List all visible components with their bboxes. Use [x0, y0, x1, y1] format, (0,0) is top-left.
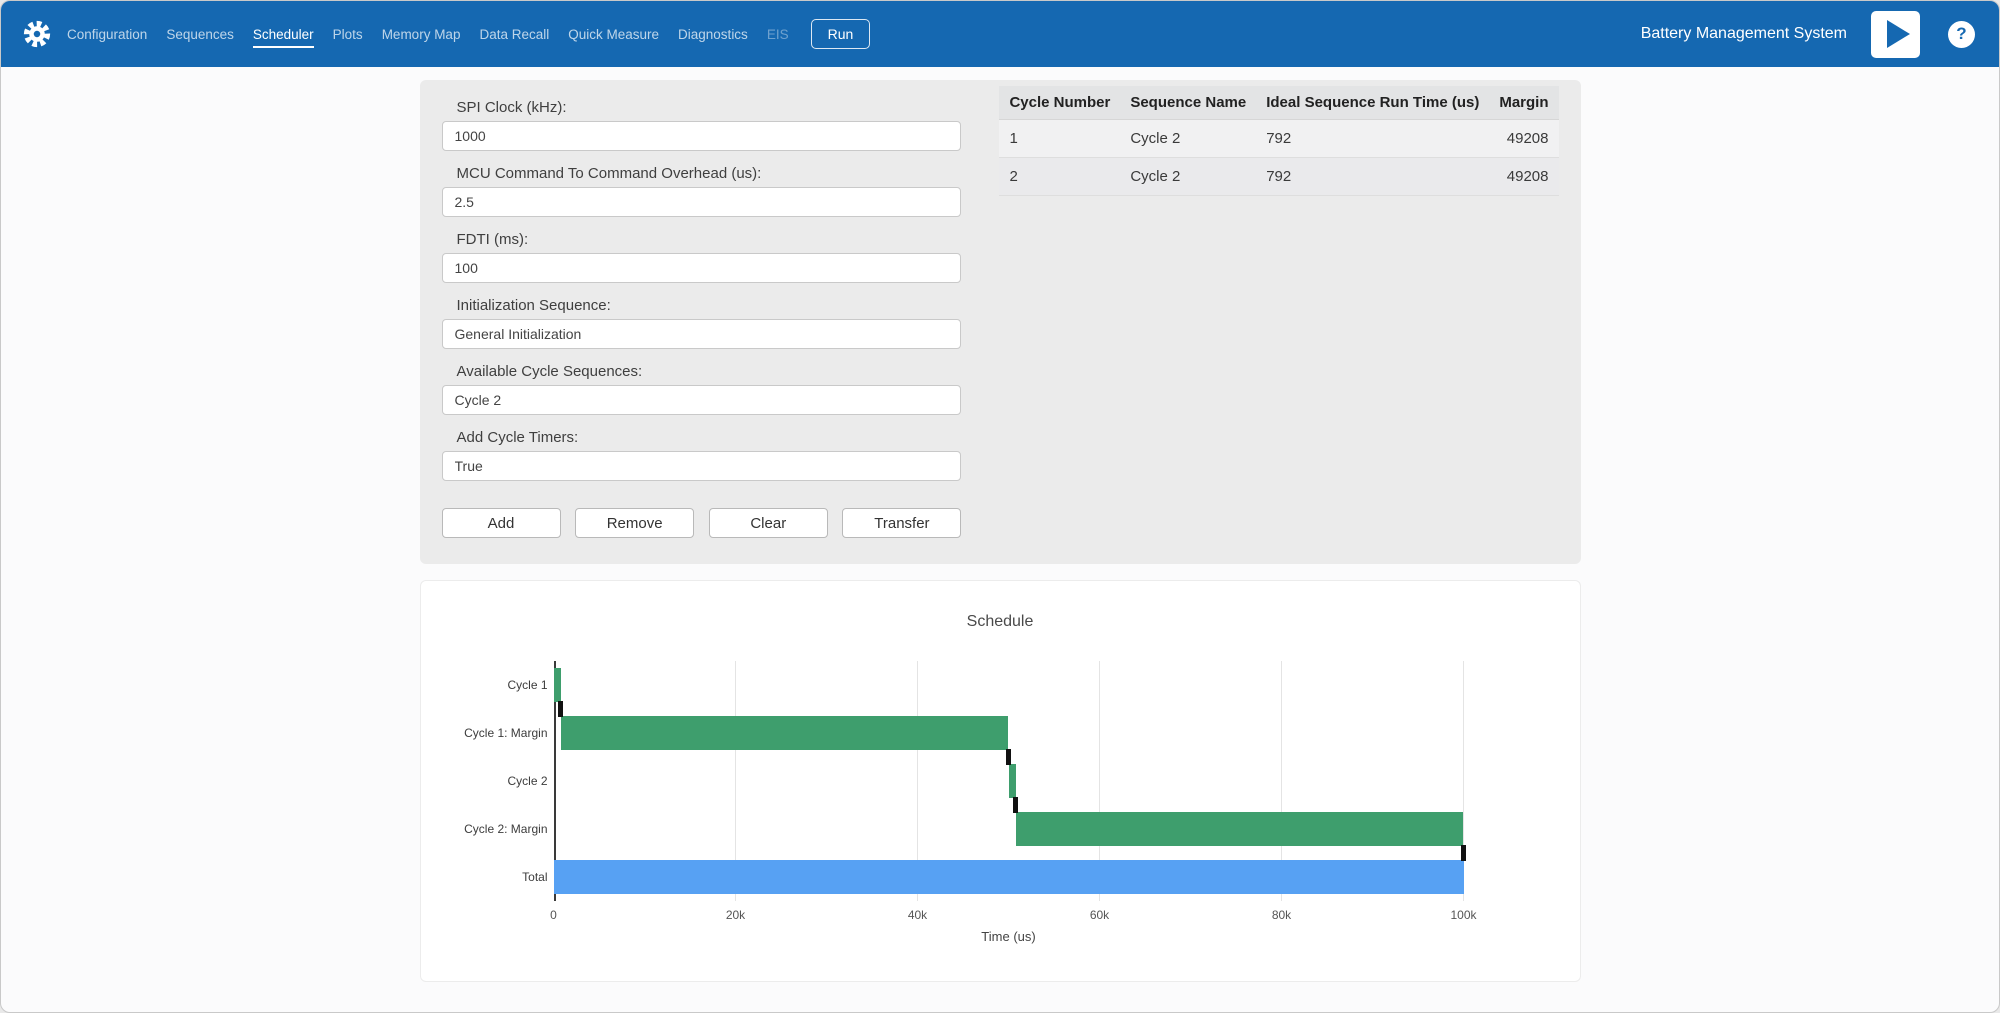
chart-bar-cycle-2	[1009, 764, 1016, 798]
table-row: 1 Cycle 2 792 49208	[999, 120, 1558, 158]
remove-button[interactable]: Remove	[575, 508, 694, 538]
x-tick-label: 20k	[726, 908, 745, 922]
cell-sequence-name: Cycle 2	[1120, 120, 1256, 158]
table-row: 2 Cycle 2 792 49208	[999, 158, 1558, 196]
chart-bar-cycle-1-margin	[561, 716, 1009, 750]
x-tick-label: 40k	[908, 908, 927, 922]
scheduler-config-card: SPI Clock (kHz): MCU Command To Command …	[420, 80, 1581, 564]
cell-cycle-number: 1	[999, 120, 1120, 158]
fdti-input[interactable]	[442, 253, 962, 283]
nav-item-quick-measure[interactable]: Quick Measure	[568, 21, 659, 48]
play-button[interactable]	[1871, 11, 1920, 58]
cycles-table: Cycle Number Sequence Name Ideal Sequenc…	[999, 86, 1558, 196]
nav-item-memory-map[interactable]: Memory Map	[382, 21, 461, 48]
mcu-overhead-input[interactable]	[442, 187, 962, 217]
transition-marker	[1461, 845, 1466, 861]
initialization-sequence-input[interactable]	[442, 319, 962, 349]
col-header-margin[interactable]: Margin	[1489, 86, 1558, 120]
transition-marker	[558, 701, 563, 717]
y-axis-labels: Cycle 1Cycle 1: MarginCycle 2Cycle 2: Ma…	[421, 661, 554, 901]
nav-item-diagnostics[interactable]: Diagnostics	[678, 21, 748, 48]
nav-item-configuration[interactable]: Configuration	[67, 21, 147, 48]
navbar-right: Battery Management System ?	[1641, 11, 1975, 58]
chart-title: Schedule	[421, 613, 1580, 631]
scheduler-form: SPI Clock (kHz): MCU Command To Command …	[442, 86, 962, 538]
nav-item-data-recall[interactable]: Data Recall	[479, 21, 549, 48]
schedule-chart: Cycle 1Cycle 1: MarginCycle 2Cycle 2: Ma…	[421, 661, 1580, 901]
clear-button[interactable]: Clear	[709, 508, 828, 538]
cell-sequence-name: Cycle 2	[1120, 158, 1256, 196]
spi-clock-input[interactable]	[442, 121, 962, 151]
gear-icon-svg	[22, 19, 52, 49]
run-button[interactable]: Run	[811, 19, 871, 49]
y-axis-label: Cycle 1	[421, 661, 548, 709]
available-cycle-sequences-input[interactable]	[442, 385, 962, 415]
cell-margin: 49208	[1489, 120, 1558, 158]
spi-clock-label: SPI Clock (kHz):	[457, 99, 962, 116]
available-cycle-sequences-label: Available Cycle Sequences:	[457, 363, 962, 380]
col-header-cycle-number[interactable]: Cycle Number	[999, 86, 1120, 120]
nav-item-scheduler[interactable]: Scheduler	[253, 21, 314, 48]
initialization-sequence-label: Initialization Sequence:	[457, 297, 962, 314]
x-tick-label: 60k	[1090, 908, 1109, 922]
field-initialization-sequence: Initialization Sequence:	[442, 297, 962, 349]
x-axis-title: Time (us)	[554, 929, 1464, 944]
plot-area: 020k40k60k80k100k	[554, 661, 1464, 901]
field-add-cycle-timers: Add Cycle Timers:	[442, 429, 962, 481]
chart-bar-cycle-1	[554, 668, 561, 702]
y-axis-label: Cycle 1: Margin	[421, 709, 548, 757]
app-title: Battery Management System	[1641, 25, 1847, 43]
add-cycle-timers-input[interactable]	[442, 451, 962, 481]
gear-icon[interactable]	[21, 18, 53, 50]
field-available-cycle-sequences: Available Cycle Sequences:	[442, 363, 962, 415]
transition-marker	[1006, 749, 1011, 765]
form-buttons: Add Remove Clear Transfer	[442, 508, 962, 538]
transfer-button[interactable]: Transfer	[842, 508, 961, 538]
chart-bar-cycle-2-margin	[1016, 812, 1464, 846]
nav-item-eis: EIS	[767, 21, 789, 48]
add-cycle-timers-label: Add Cycle Timers:	[457, 429, 962, 446]
x-tick-label: 0	[550, 908, 557, 922]
y-axis-label: Cycle 2	[421, 757, 548, 805]
chart-bar-total	[554, 860, 1464, 894]
nav-item-sequences[interactable]: Sequences	[166, 21, 234, 48]
x-tick-label: 80k	[1272, 908, 1291, 922]
mcu-overhead-label: MCU Command To Command Overhead (us):	[457, 165, 962, 182]
y-axis-label: Total	[421, 853, 548, 901]
add-button[interactable]: Add	[442, 508, 561, 538]
cell-cycle-number: 2	[999, 158, 1120, 196]
schedule-chart-card: Schedule Cycle 1Cycle 1: MarginCycle 2Cy…	[420, 580, 1581, 982]
col-header-sequence-name[interactable]: Sequence Name	[1120, 86, 1256, 120]
nav-item-plots[interactable]: Plots	[333, 21, 363, 48]
table-header-row: Cycle Number Sequence Name Ideal Sequenc…	[999, 86, 1558, 120]
cycles-table-container: Cycle Number Sequence Name Ideal Sequenc…	[999, 86, 1558, 538]
x-tick-label: 100k	[1450, 908, 1476, 922]
field-fdti: FDTI (ms):	[442, 231, 962, 283]
nav-items: Configuration Sequences Scheduler Plots …	[67, 21, 789, 48]
cell-margin: 49208	[1489, 158, 1558, 196]
top-navbar: Configuration Sequences Scheduler Plots …	[1, 1, 1999, 67]
cell-ideal-run-time: 792	[1256, 120, 1489, 158]
y-axis-label: Cycle 2: Margin	[421, 805, 548, 853]
app-window: Configuration Sequences Scheduler Plots …	[0, 0, 2000, 1013]
fdti-label: FDTI (ms):	[457, 231, 962, 248]
cell-ideal-run-time: 792	[1256, 158, 1489, 196]
transition-marker	[1013, 797, 1018, 813]
play-icon	[1887, 20, 1910, 48]
col-header-ideal-run-time[interactable]: Ideal Sequence Run Time (us)	[1256, 86, 1489, 120]
help-icon[interactable]: ?	[1948, 21, 1975, 48]
field-spi-clock: SPI Clock (kHz):	[442, 99, 962, 151]
main-content: SPI Clock (kHz): MCU Command To Command …	[1, 67, 1999, 982]
field-mcu-overhead: MCU Command To Command Overhead (us):	[442, 165, 962, 217]
